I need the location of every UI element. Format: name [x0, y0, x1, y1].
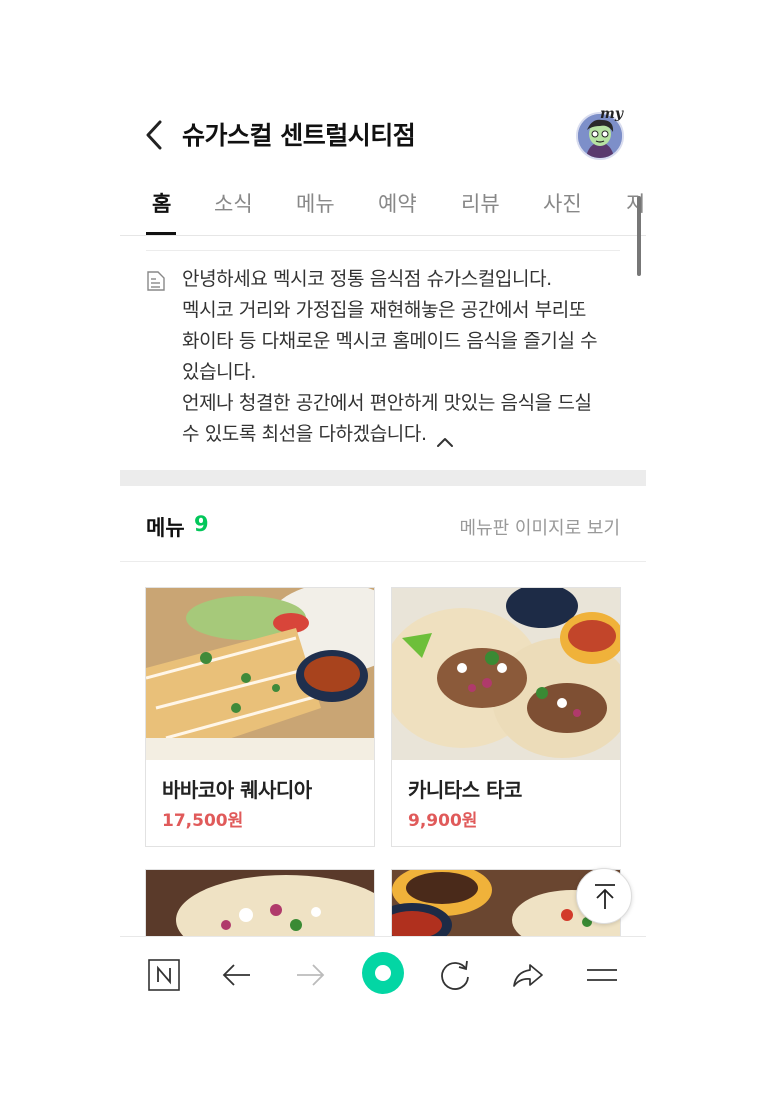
- description-line: 있습니다.: [182, 361, 256, 383]
- menu-item-name: 카니타스 타코: [408, 778, 522, 802]
- share-icon: [513, 964, 543, 987]
- tab-reservation[interactable]: 예약: [378, 188, 417, 218]
- arrow-right-icon: [297, 964, 325, 986]
- tab-bar: 홈 소식 메뉴 예약 리뷰 사진 지: [120, 180, 646, 236]
- browser-bottom-bar: [120, 936, 646, 1012]
- divider: [146, 250, 620, 251]
- menu-title: 메뉴: [146, 516, 185, 540]
- tab-home[interactable]: 홈: [152, 188, 171, 218]
- page-title: 슈가스컬 센트럴시티점: [182, 121, 416, 150]
- menu-board-image-link[interactable]: 메뉴판 이미지로 보기: [460, 514, 620, 540]
- store-description: 안녕하세요 멕시코 정통 음식점 슈가스컬입니다. 멕시코 거리와 가정집을 재…: [182, 264, 622, 450]
- arrow-up-to-top-icon: [595, 884, 615, 909]
- tacos-photo: [392, 588, 620, 760]
- menu-item-card[interactable]: [145, 869, 375, 939]
- description-line: 언제나 청결한 공간에서 편안하게 맛있는 음식을 드실: [182, 392, 592, 414]
- document-icon: [146, 270, 166, 292]
- tab-menu[interactable]: 메뉴: [296, 188, 335, 218]
- taco-plate-photo: [146, 870, 374, 939]
- green-dot-icon: [362, 952, 404, 994]
- browser-back-button[interactable]: [217, 955, 257, 995]
- description-line: 안녕하세요 멕시코 정통 음식점 슈가스컬입니다.: [182, 268, 552, 290]
- tab-map[interactable]: 지: [626, 188, 645, 218]
- avatar-my-badge: my: [600, 106, 623, 122]
- browser-forward-button[interactable]: [290, 955, 330, 995]
- menu-count: 9: [194, 512, 209, 536]
- collapse-button[interactable]: [435, 428, 455, 447]
- refresh-button[interactable]: [435, 955, 475, 995]
- description-last-line: 수 있도록 최선을 다하겠습니다.: [182, 419, 622, 450]
- tab-photos[interactable]: 사진: [543, 188, 582, 218]
- description-line: 수 있도록 최선을 다하겠습니다.: [182, 423, 427, 445]
- tab-news[interactable]: 소식: [214, 188, 253, 218]
- arrow-left-icon: [222, 964, 250, 986]
- menu-item-name: 바바코아 퀘사디아: [162, 778, 312, 802]
- back-button[interactable]: [140, 118, 170, 152]
- description-line: 화이타 등 다채로운 멕시코 홈메이드 음식을 즐기실 수: [182, 330, 598, 352]
- hamburger-menu-icon: [587, 969, 617, 981]
- header: 슈가스컬 센트럴시티점 my: [120, 100, 646, 170]
- menu-item-price: 9,900원: [408, 811, 478, 831]
- section-separator: [120, 470, 646, 486]
- quesadilla-photo: [146, 588, 374, 760]
- refresh-icon: [441, 960, 469, 990]
- menu-item-card[interactable]: 바바코아 퀘사디아 17,500원: [145, 587, 375, 847]
- naver-home-button[interactable]: [144, 955, 184, 995]
- description-line: 멕시코 거리와 가정집을 재현해놓은 공간에서 부리또: [182, 299, 586, 321]
- active-tab-underline: [146, 232, 176, 235]
- naver-home-icon: [148, 959, 180, 991]
- green-dot-button[interactable]: [361, 951, 405, 995]
- chevron-up-icon: [436, 437, 453, 447]
- menu-button[interactable]: [582, 955, 622, 995]
- menu-item-card[interactable]: 카니타스 타코 9,900원: [391, 587, 621, 847]
- menu-section-header: 메뉴 9 메뉴판 이미지로 보기: [120, 486, 646, 562]
- menu-item-price: 17,500원: [162, 811, 244, 831]
- scroll-to-top-button[interactable]: [576, 868, 632, 924]
- scrollbar[interactable]: [637, 196, 641, 276]
- phone-screen: 슈가스컬 센트럴시티점 my 홈 소식 메뉴 예약 리뷰 사진 지 안녕하세요 …: [120, 0, 646, 1102]
- chevron-left-icon: [146, 120, 162, 150]
- tab-review[interactable]: 리뷰: [461, 188, 500, 218]
- share-button[interactable]: [508, 955, 548, 995]
